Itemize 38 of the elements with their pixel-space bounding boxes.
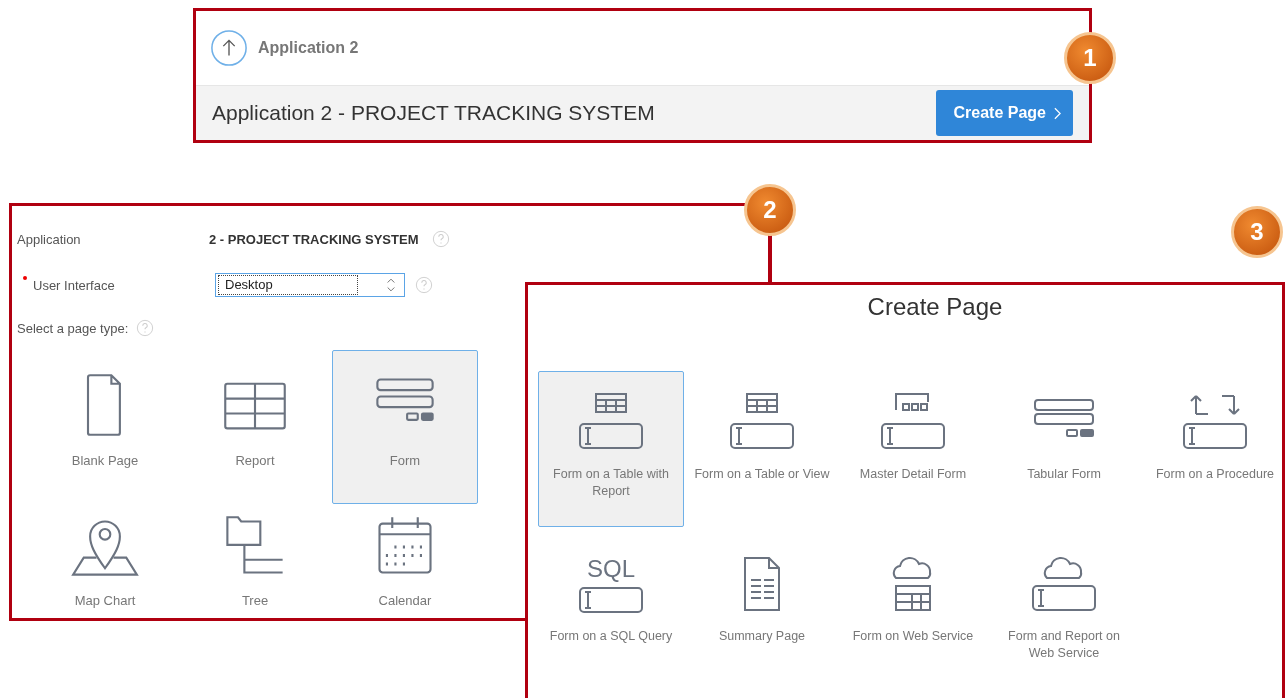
page-type-label: Select a page type: — [17, 320, 129, 336]
page-type-tile[interactable]: SQL Form on a SQL Query — [538, 527, 684, 683]
page-type-tile[interactable]: Tree — [182, 504, 328, 630]
page-type-tile[interactable]: Blank Page — [32, 350, 178, 504]
page-type-tile[interactable]: Tabular Form — [991, 371, 1137, 527]
swap-arrows-input-icon — [1180, 392, 1250, 452]
help-icon[interactable] — [136, 319, 155, 337]
page-type-tile[interactable]: Form — [332, 350, 478, 504]
breadcrumb-title: Application 2 — [258, 39, 359, 57]
input-field-icon — [576, 586, 646, 614]
page-type-tile[interactable]: Master Detail Form — [840, 371, 986, 527]
page-type-tile[interactable]: Form and Report on Web Service — [991, 527, 1137, 683]
page-type-tile[interactable]: Summary Page — [689, 527, 835, 683]
page-type-tile[interactable]: Form on Web Service — [840, 527, 986, 683]
user-interface-select[interactable]: Desktop — [215, 273, 405, 297]
help-icon[interactable] — [415, 276, 433, 294]
create-page-title: Create Page — [866, 293, 1004, 321]
application-value: 2 - PROJECT TRACKING SYSTEM — [209, 231, 419, 247]
table-input-icon — [727, 392, 797, 452]
chevron-right-icon — [1054, 106, 1061, 120]
page-type-tile[interactable]: Form on a Table with Report — [538, 371, 684, 527]
page-type-tile[interactable]: Map Chart — [32, 504, 178, 630]
page-type-tile[interactable]: Report — [182, 350, 328, 504]
up-down-chevron-icon — [386, 277, 396, 293]
application-title: Application 2 - PROJECT TRACKING SYSTEM — [212, 101, 655, 125]
page-type-tile[interactable]: Calendar — [332, 504, 478, 630]
user-interface-label: User Interface — [33, 277, 115, 293]
field-label: Application — [17, 231, 82, 247]
table-input-icon — [576, 392, 646, 452]
page-type-tile[interactable]: Form on a Table or View — [689, 371, 835, 527]
callout-badge: 3 — [1231, 206, 1283, 258]
cloud-input-icon — [1029, 554, 1099, 614]
page-type-tile[interactable]: Form on a Procedure — [1142, 371, 1285, 527]
master-detail-icon — [878, 392, 948, 452]
help-icon[interactable] — [432, 230, 451, 248]
callout-badge: 2 — [744, 184, 796, 236]
create-page-button[interactable]: Create Page — [935, 90, 1073, 136]
callout-badge: 1 — [1064, 32, 1116, 84]
